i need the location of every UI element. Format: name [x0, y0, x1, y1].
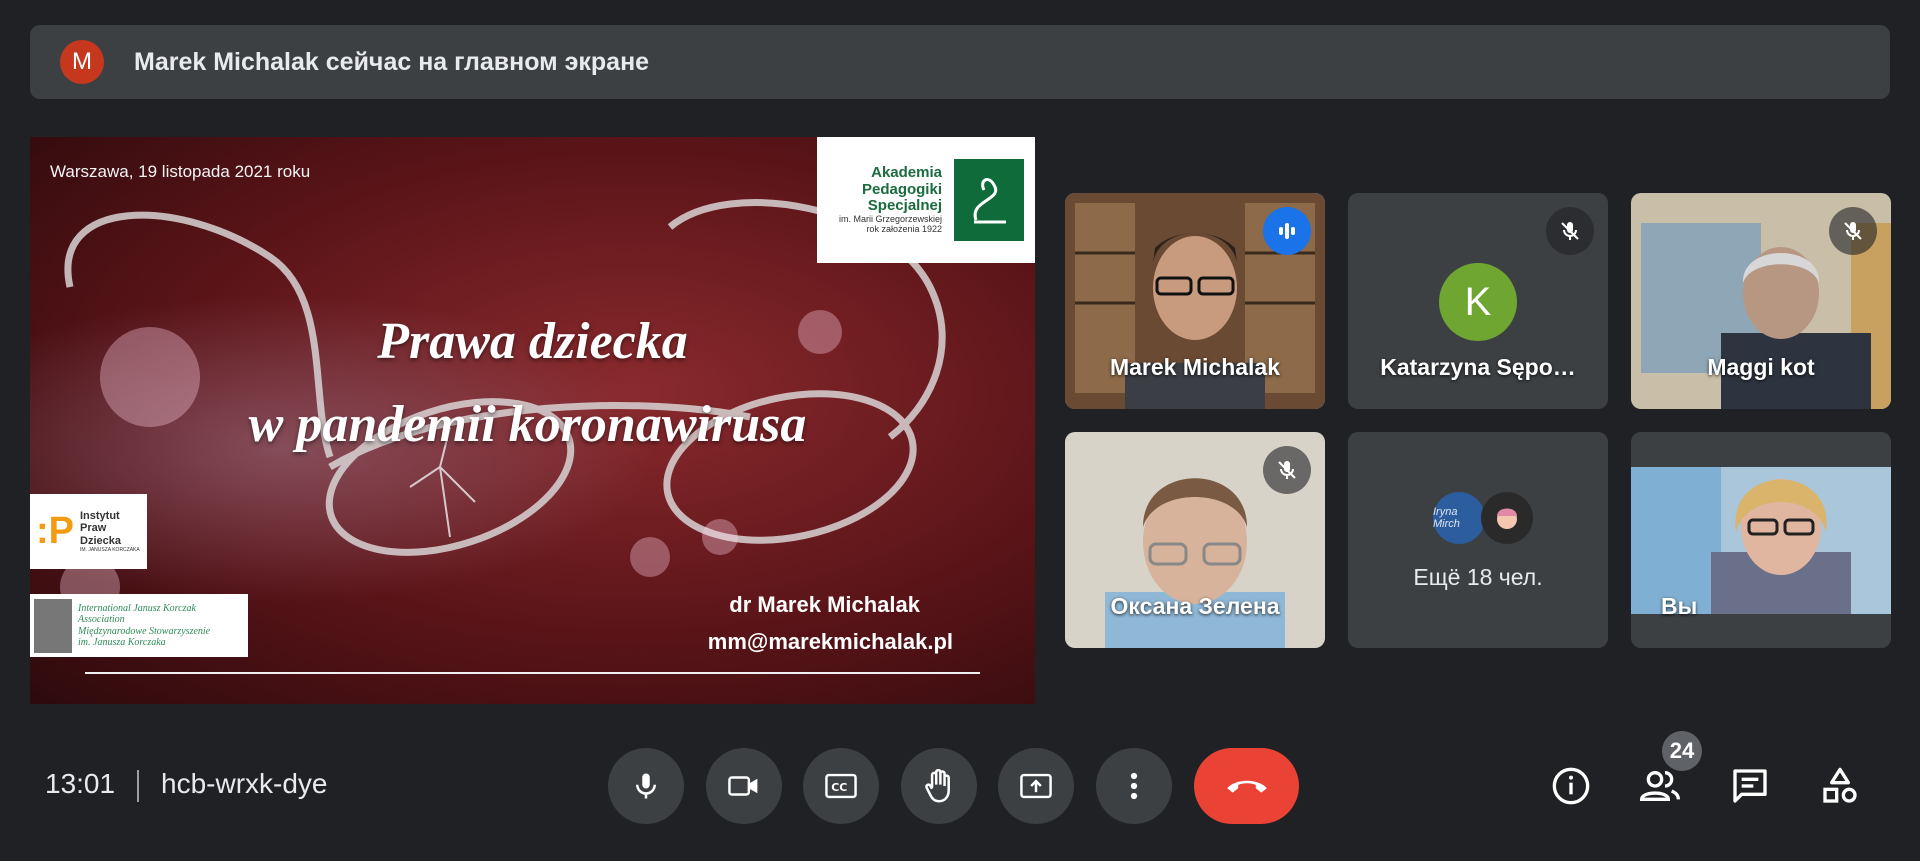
mic-off-icon	[1263, 446, 1311, 494]
mic-off-icon	[1829, 207, 1877, 255]
participant-tile-oksana[interactable]: Оксана Зелена	[1065, 432, 1325, 648]
audio-level-icon	[1263, 207, 1311, 255]
more-options-icon	[1130, 772, 1138, 800]
microphone-button[interactable]	[608, 748, 684, 824]
participant-avatar: K	[1439, 263, 1517, 341]
korczak-portrait-icon	[34, 598, 72, 653]
svg-text:CC: CC	[831, 781, 847, 794]
ipd-logo-mark-icon: :P	[36, 510, 74, 552]
meeting-details-button[interactable]	[1549, 764, 1593, 808]
present-icon	[1020, 773, 1052, 799]
slide-email: mm@marekmichalak.pl	[707, 629, 953, 654]
slide-title-line2: w pandemii koronawirusa	[248, 396, 807, 453]
ipd-logo-line1: Instytut	[80, 509, 120, 522]
raise-hand-button[interactable]	[901, 748, 977, 824]
presenting-text: Marek Michalak сейчас на главном экране	[134, 47, 650, 76]
presenting-banner: M Marek Michalak сейчас на главном экран…	[30, 25, 1890, 99]
people-icon	[1639, 771, 1680, 801]
ijka-logo-line1: International Janusz Korczak	[78, 602, 196, 614]
slide-title-line1: Prawa dziecka	[377, 313, 688, 370]
self-label: Вы	[1661, 593, 1698, 619]
camera-button[interactable]	[706, 748, 782, 824]
self-view-tile[interactable]: Вы	[1631, 432, 1891, 648]
ijka-logo-line3: Międzynarodowe Stowarzyszenie	[78, 625, 211, 637]
participant-tile-maggi[interactable]: Maggi kot	[1631, 193, 1891, 409]
ipd-logo-line4: IM. JANUSZA KORCZAKA	[80, 546, 140, 553]
participant-name: Katarzyna Sępo…	[1380, 354, 1576, 380]
raise-hand-icon	[925, 768, 950, 803]
aps-logo-line2: Pedagogiki	[861, 180, 942, 198]
ipd-logo-line3: Dziecka	[80, 534, 121, 547]
ipd-logo: :P Instytut Praw Dziecka IM. JANUSZA KOR…	[30, 494, 147, 569]
aps-logo-line3: Specjalnej	[867, 197, 942, 215]
participant-tile-katarzyna[interactable]: K Katarzyna Sępo…	[1348, 193, 1608, 409]
slide-author: dr Marek Michalak	[729, 592, 920, 617]
participant-name: Maggi kot	[1707, 354, 1815, 380]
slide-date: Warszawa, 19 listopada 2021 roku	[50, 162, 311, 181]
participant-avatar: Iryna Mirch	[1433, 492, 1485, 544]
aps-logo-line5: rok założenia 1922	[866, 223, 942, 234]
captions-icon: CC	[825, 773, 857, 799]
more-options-button[interactable]	[1096, 748, 1172, 824]
more-participants-tile[interactable]: Iryna Mirch Ещё 18 чел.	[1348, 432, 1608, 648]
more-participants-label: Ещё 18 чел.	[1413, 564, 1543, 590]
presentation-stage[interactable]: Warszawa, 19 listopada 2021 roku Prawa d…	[30, 137, 1035, 704]
participant-avatar-icon	[1481, 492, 1533, 544]
captions-button[interactable]: CC	[803, 748, 879, 824]
ipd-logo-line2: Praw	[80, 522, 107, 535]
mic-off-icon	[1546, 207, 1594, 255]
ijka-logo-line4: im. Janusza Korczaka	[78, 637, 166, 648]
meeting-time: 13:01	[45, 768, 116, 799]
aps-emblem-icon	[954, 159, 1024, 241]
aps-logo: Akademia Pedagogiki Specjalnej im. Marii…	[817, 137, 1035, 263]
hang-up-icon	[1226, 780, 1267, 793]
participant-name: Оксана Зелена	[1110, 593, 1280, 619]
camera-icon	[728, 776, 758, 796]
chat-icon	[1733, 769, 1767, 803]
presenter-avatar: M	[60, 40, 104, 84]
ijka-logo-line2: Association	[78, 614, 125, 625]
mic-icon	[636, 773, 656, 799]
info-icon	[1552, 767, 1590, 805]
activities-icon	[1823, 767, 1857, 803]
chat-button[interactable]	[1728, 764, 1772, 808]
participant-tile-marek[interactable]: Marek Michalak	[1065, 193, 1325, 409]
ijka-logo: International Janusz Korczak Association…	[30, 594, 248, 657]
present-button[interactable]	[998, 748, 1074, 824]
people-button[interactable]	[1638, 764, 1682, 808]
activities-button[interactable]	[1818, 764, 1862, 808]
slide-divider	[85, 672, 980, 674]
divider	[137, 770, 139, 802]
participant-name: Marek Michalak	[1109, 354, 1281, 380]
meeting-code: hcb-wrxk-dye	[161, 768, 328, 799]
aps-logo-line1: Akademia	[871, 164, 942, 182]
leave-call-button[interactable]	[1194, 748, 1299, 824]
